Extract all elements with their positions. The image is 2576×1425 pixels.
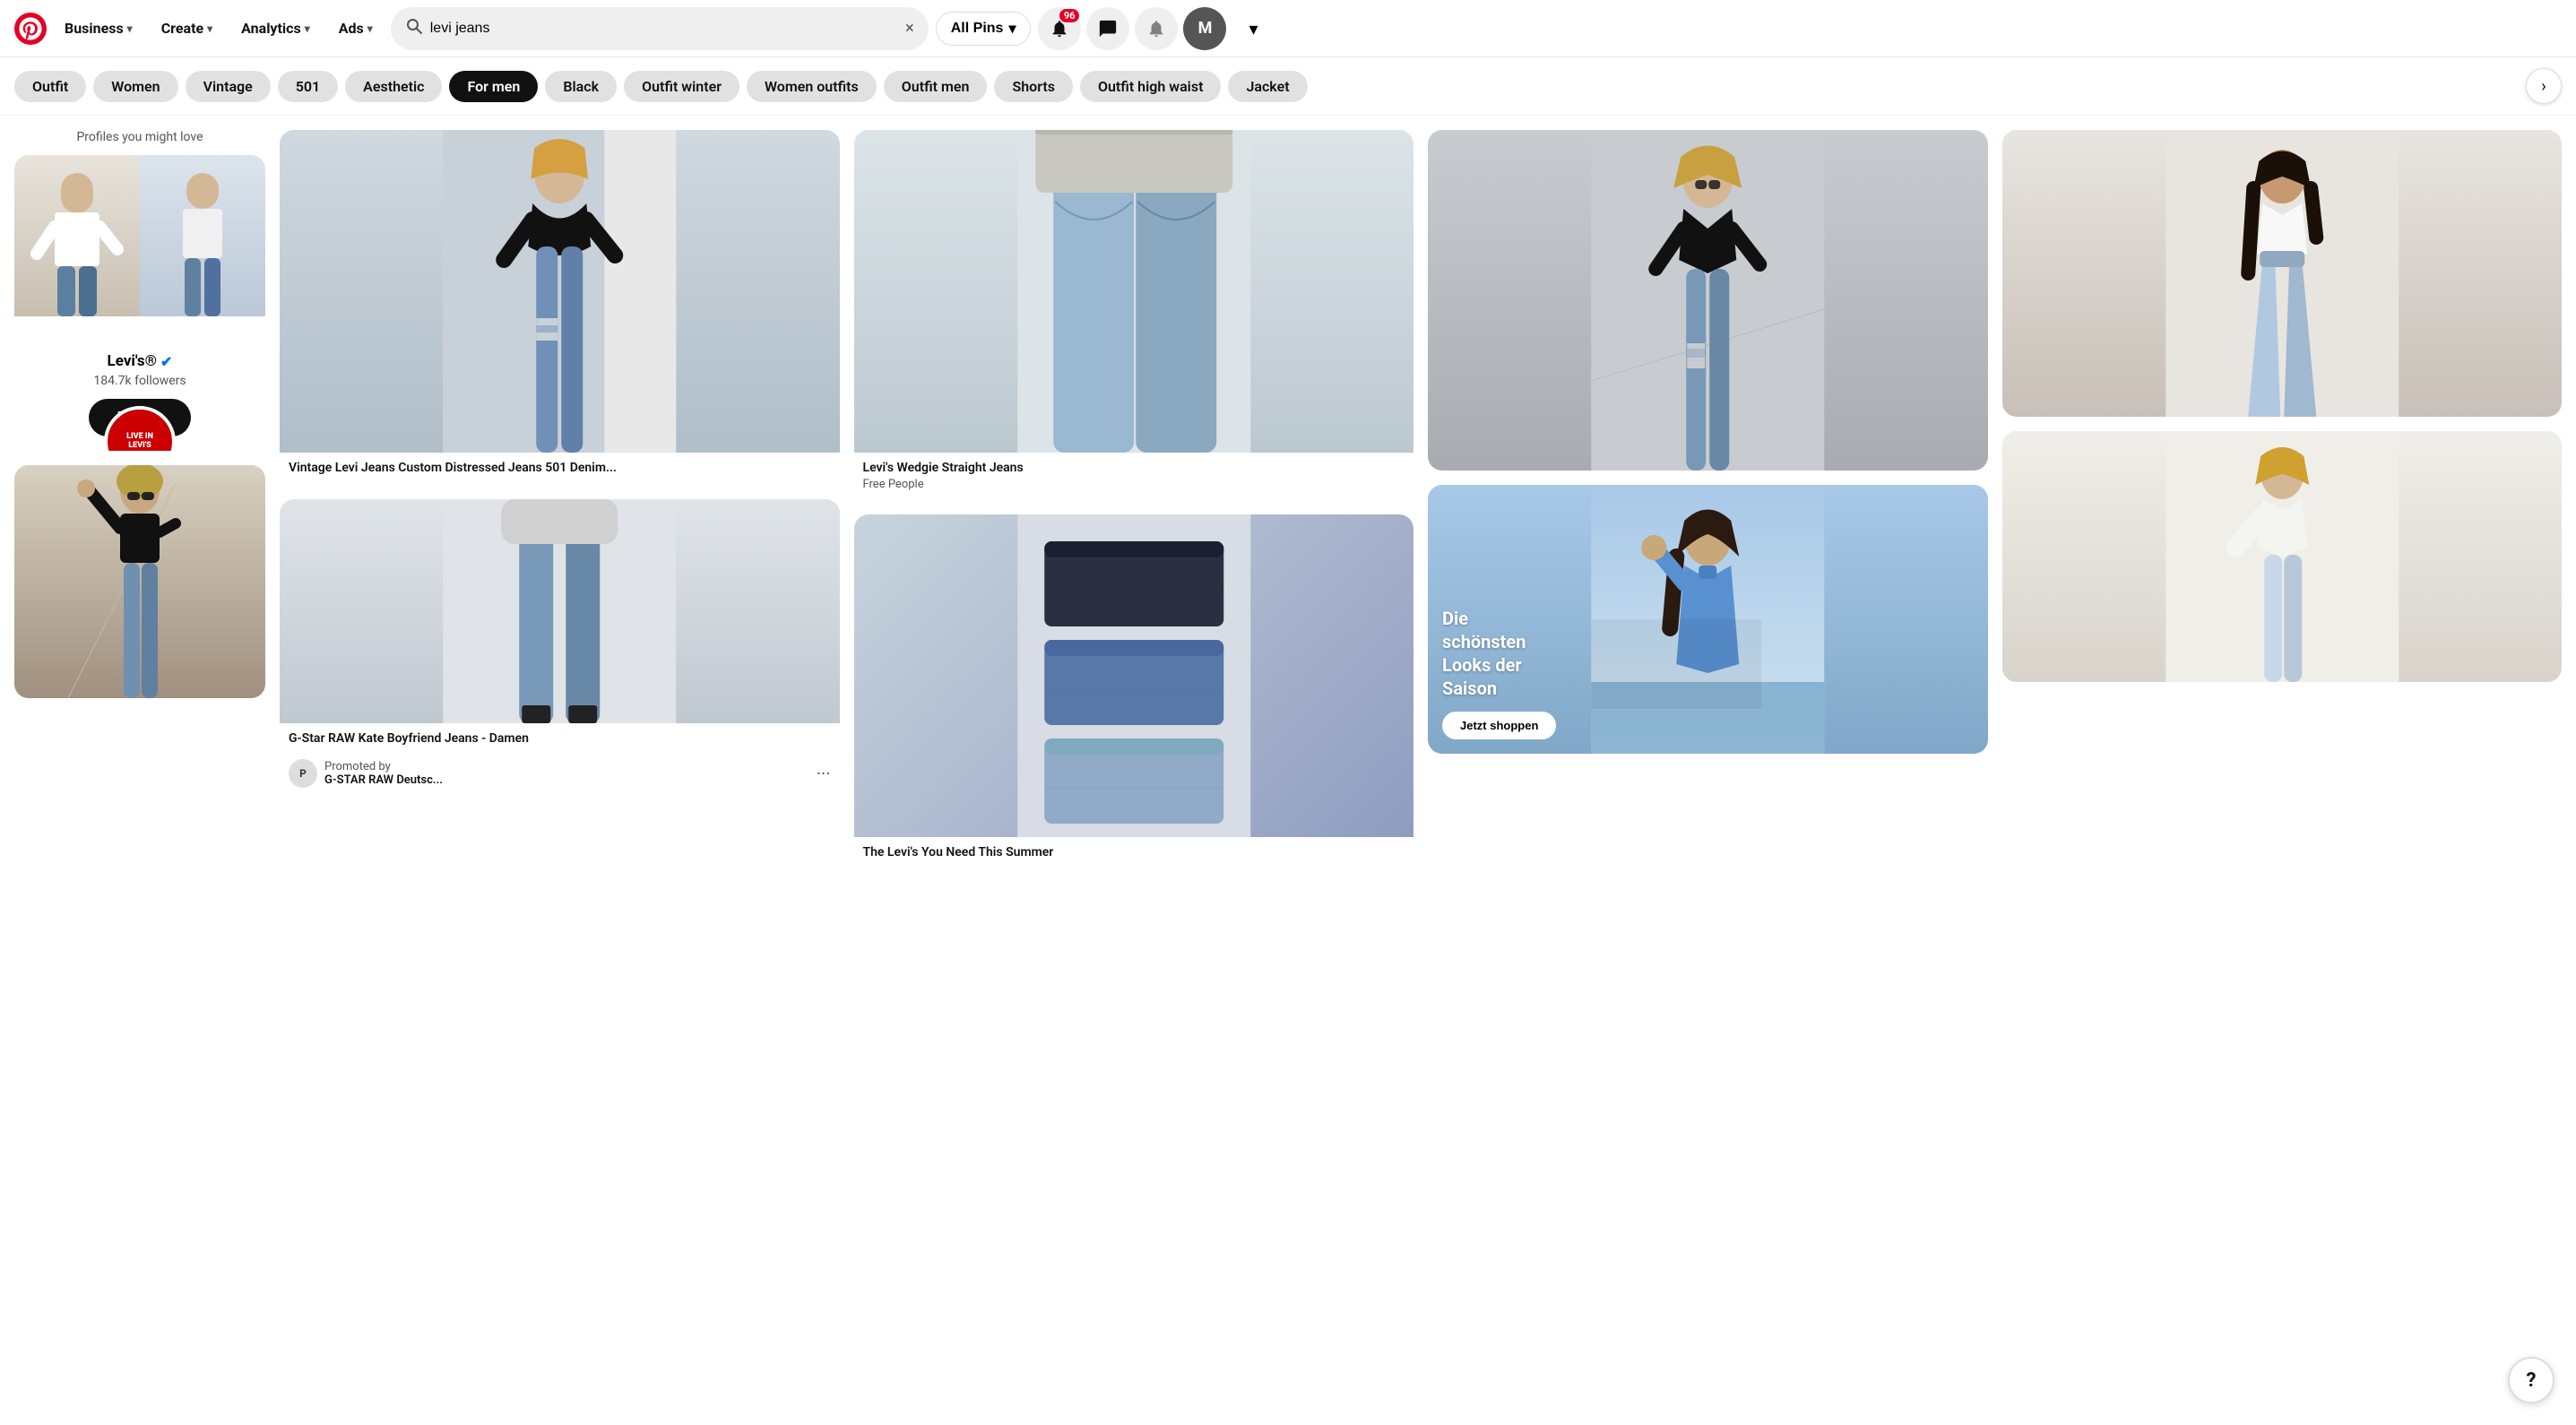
pin-card-6[interactable]: Die schönsten Looks der Saison Jetzt sho…: [1428, 485, 1988, 754]
messages-button[interactable]: [1086, 7, 1129, 50]
promoted-text-2: Promoted by G-STAR RAW Deutsc...: [324, 760, 809, 787]
pin-card-4[interactable]: The Levi's You Need This Summer: [854, 514, 1414, 869]
promoted-name-2: G-STAR RAW Deutsc...: [324, 773, 809, 787]
sidebar-second-card[interactable]: [14, 465, 265, 698]
all-pins-button[interactable]: All Pins ▾: [936, 12, 1032, 46]
verified-icon: ✔: [160, 353, 172, 370]
filter-pill-jacket[interactable]: Jacket: [1228, 71, 1307, 102]
nav-create[interactable]: Create ▾: [151, 13, 223, 44]
header-icons: 96 M ▾: [1038, 7, 1275, 50]
all-pins-chevron-icon: ▾: [1008, 20, 1016, 38]
promoted-avatar-2: P: [289, 759, 317, 788]
main-content: Profiles you might love: [0, 116, 2576, 884]
help-button[interactable]: ?: [2508, 1357, 2554, 1403]
chevron-down-icon: ▾: [1249, 18, 1258, 39]
profiles-label: Profiles you might love: [14, 130, 265, 144]
profile-name: Levi's® ✔: [29, 352, 251, 370]
promoted-dots-2[interactable]: ···: [817, 763, 831, 784]
nav-ads[interactable]: Ads ▾: [328, 13, 384, 44]
pin-card-8[interactable]: [2002, 431, 2563, 682]
search-input[interactable]: [430, 21, 898, 37]
branded-title-line1: Die: [1442, 607, 1526, 630]
notification-badge: 96: [1059, 9, 1080, 22]
branded-title-line3: Looks der: [1442, 653, 1526, 677]
pin-grid: Vintage Levi Jeans Custom Distressed Jea…: [280, 130, 2562, 869]
nav-create-label: Create: [161, 20, 203, 37]
promoted-label-2: Promoted by: [324, 760, 809, 773]
filter-pill-501[interactable]: 501: [278, 71, 338, 102]
branded-title-line4: Saison: [1442, 677, 1526, 700]
nav-analytics-label: Analytics: [241, 20, 301, 37]
pin-card-1[interactable]: Vintage Levi Jeans Custom Distressed Jea…: [280, 130, 840, 485]
alerts-button[interactable]: [1135, 7, 1178, 50]
filter-pill-outfit-men[interactable]: Outfit men: [884, 71, 988, 102]
profile-cover-images: [14, 155, 265, 316]
pin-card-5[interactable]: [1428, 130, 1988, 471]
nav-ads-label: Ads: [339, 20, 364, 37]
filter-next-button[interactable]: ›: [2526, 68, 2562, 104]
business-chevron-icon: ▾: [127, 22, 133, 35]
search-clear-icon[interactable]: ×: [905, 19, 914, 38]
pin-3-title: Levi's Wedgie Straight Jeans: [863, 460, 1405, 476]
filter-pill-outfit-winter[interactable]: Outfit winter: [624, 71, 739, 102]
pin-3-sub: Free People: [863, 478, 1405, 491]
more-options-button[interactable]: ▾: [1232, 7, 1275, 50]
profile-followers: 184.7k followers: [29, 374, 251, 388]
filter-pill-outfit[interactable]: Outfit: [14, 71, 86, 102]
shop-now-button[interactable]: Jetzt shoppen: [1442, 712, 1556, 739]
search-icon: [405, 17, 423, 39]
avatar-letter: M: [1198, 19, 1213, 38]
pin-4-info: The Levi's You Need This Summer: [854, 837, 1414, 869]
pin-card-3[interactable]: LEVI'S Levi's Wedgie Straight Jeans Free…: [854, 130, 1414, 500]
filter-pill-women[interactable]: Women: [93, 71, 177, 102]
filter-pill-for-men[interactable]: For men: [449, 71, 538, 102]
search-bar: ×: [391, 7, 929, 50]
pin-2-title: G-Star RAW Kate Boyfriend Jeans - Damen: [289, 730, 831, 747]
pin-1-info: Vintage Levi Jeans Custom Distressed Jea…: [280, 453, 840, 485]
sidebar: Profiles you might love: [14, 130, 265, 869]
filter-pill-women-outfits[interactable]: Women outfits: [747, 71, 877, 102]
notifications-button[interactable]: 96: [1038, 7, 1081, 50]
pin-card-7[interactable]: [2002, 130, 2563, 417]
pin-2-promoted: P Promoted by G-STAR RAW Deutsc... ···: [280, 754, 840, 793]
filter-pill-aesthetic[interactable]: Aesthetic: [345, 71, 442, 102]
pin-4-title: The Levi's You Need This Summer: [863, 844, 1405, 860]
branded-title-line2: schönsten: [1442, 630, 1526, 653]
filter-pill-vintage[interactable]: Vintage: [186, 71, 271, 102]
levis-profile-card[interactable]: LIVE IN LEVI'S Levi's® ✔ 184.7k follower…: [14, 155, 265, 451]
header: Business ▾ Create ▾ Analytics ▾ Ads ▾ × …: [0, 0, 2576, 57]
pinterest-logo[interactable]: [14, 13, 47, 45]
filter-pill-shorts[interactable]: Shorts: [994, 71, 1073, 102]
create-chevron-icon: ▾: [207, 22, 212, 35]
filter-pill-outfit-high-waist[interactable]: Outfit high waist: [1080, 71, 1222, 102]
analytics-chevron-icon: ▾: [305, 22, 310, 35]
nav-analytics[interactable]: Analytics ▾: [230, 13, 321, 44]
profile-name-text: Levi's®: [108, 352, 157, 370]
user-avatar[interactable]: M: [1183, 7, 1226, 50]
levi-logo-line2: LEVI'S: [126, 442, 153, 451]
help-label: ?: [2527, 1369, 2537, 1392]
ads-chevron-icon: ▾: [367, 22, 373, 35]
pin-1-title: Vintage Levi Jeans Custom Distressed Jea…: [289, 460, 831, 476]
nav-business[interactable]: Business ▾: [54, 13, 143, 44]
nav-business-label: Business: [65, 20, 124, 37]
pin-3-info: Levi's Wedgie Straight Jeans Free People: [854, 453, 1414, 500]
filter-bar: Outfit Women Vintage 501 Aesthetic For m…: [0, 57, 2576, 116]
all-pins-label: All Pins: [951, 21, 1004, 37]
pin-card-2[interactable]: G-Star RAW Kate Boyfriend Jeans - Damen …: [280, 499, 840, 793]
filter-pill-black[interactable]: Black: [545, 71, 617, 102]
